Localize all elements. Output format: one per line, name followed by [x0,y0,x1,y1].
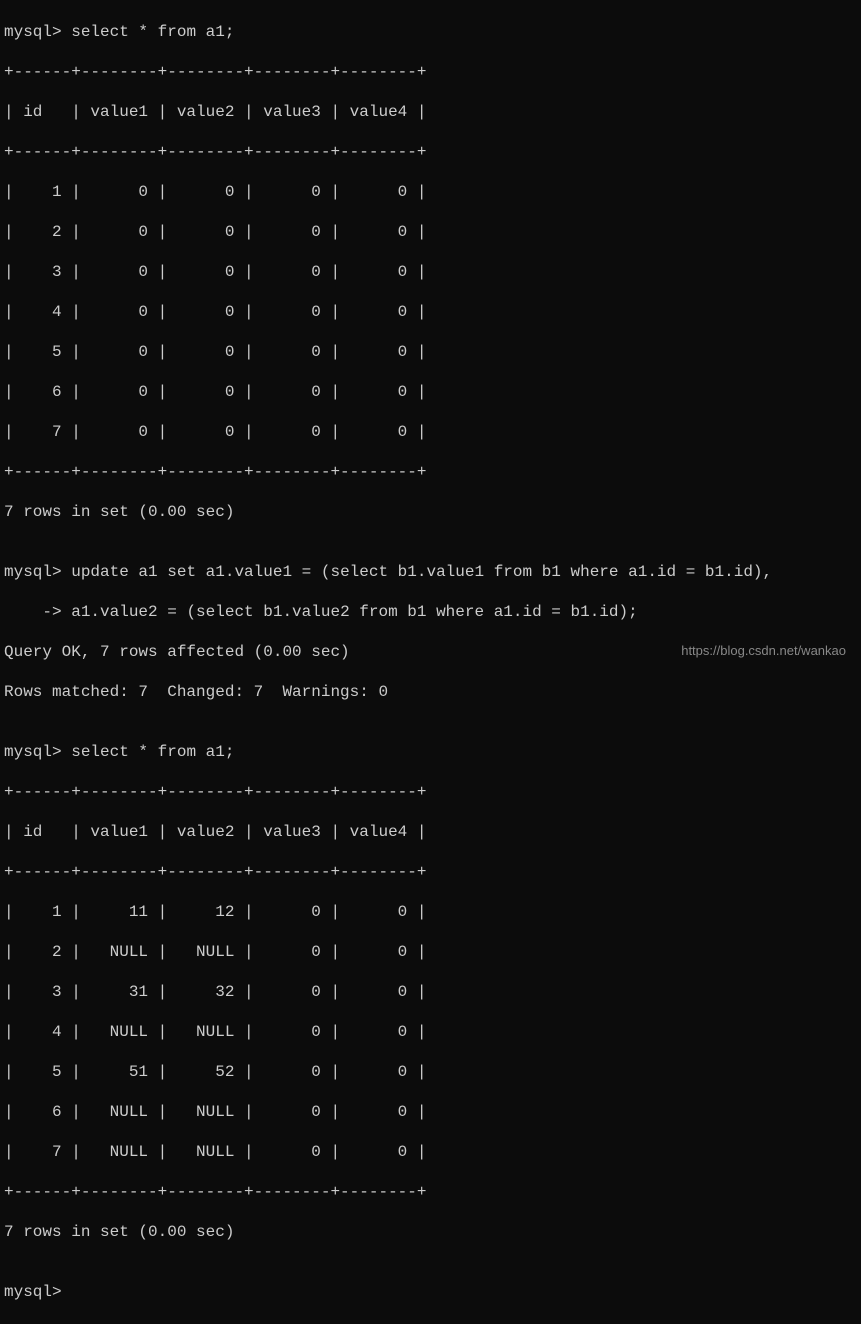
result-text: Rows matched: 7 Changed: 7 Warnings: 0 [4,682,857,702]
table-row: | 4 | NULL | NULL | 0 | 0 | [4,1022,857,1042]
table-row: | 5 | 0 | 0 | 0 | 0 | [4,342,857,362]
table-row: | 3 | 0 | 0 | 0 | 0 | [4,262,857,282]
table-row: | 2 | 0 | 0 | 0 | 0 | [4,222,857,242]
mysql-prompt: mysql> [4,1283,62,1301]
table-row: | 1 | 11 | 12 | 0 | 0 | [4,902,857,922]
mysql-prompt: mysql> [4,563,62,581]
continuation-prompt: -> [4,603,62,621]
table-row: | 4 | 0 | 0 | 0 | 0 | [4,302,857,322]
query-text: a1.value2 = (select b1.value2 from b1 wh… [71,603,638,621]
table-border: +------+--------+--------+--------+-----… [4,142,857,162]
table-row: | 6 | 0 | 0 | 0 | 0 | [4,382,857,402]
table-row: | 7 | NULL | NULL | 0 | 0 | [4,1142,857,1162]
terminal-output: mysql> select * from a1; +------+-------… [0,0,861,1324]
prompt-line[interactable]: mysql> select * from a1; [4,742,857,762]
table-border: +------+--------+--------+--------+-----… [4,462,857,482]
table-border: +------+--------+--------+--------+-----… [4,862,857,882]
mysql-prompt: mysql> [4,743,62,761]
table-header: | id | value1 | value2 | value3 | value4… [4,822,857,842]
table-row: | 6 | NULL | NULL | 0 | 0 | [4,1102,857,1122]
query-text: update a1 set a1.value1 = (select b1.val… [71,563,772,581]
table-row: | 7 | 0 | 0 | 0 | 0 | [4,422,857,442]
mysql-prompt: mysql> [4,23,62,41]
table-row: | 2 | NULL | NULL | 0 | 0 | [4,942,857,962]
continuation-line[interactable]: -> a1.value2 = (select b1.value2 from b1… [4,602,857,622]
table-border: +------+--------+--------+--------+-----… [4,1182,857,1202]
table-header: | id | value1 | value2 | value3 | value4… [4,102,857,122]
table-row: | 1 | 0 | 0 | 0 | 0 | [4,182,857,202]
watermark-text: https://blog.csdn.net/wankao [681,643,846,659]
query-text: select * from a1; [71,743,234,761]
result-text: 7 rows in set (0.00 sec) [4,1222,857,1242]
table-row: | 3 | 31 | 32 | 0 | 0 | [4,982,857,1002]
table-row: | 5 | 51 | 52 | 0 | 0 | [4,1062,857,1082]
prompt-line[interactable]: mysql> [4,1282,857,1302]
prompt-line[interactable]: mysql> select * from a1; [4,22,857,42]
table-border: +------+--------+--------+--------+-----… [4,782,857,802]
table-border: +------+--------+--------+--------+-----… [4,62,857,82]
prompt-line[interactable]: mysql> update a1 set a1.value1 = (select… [4,562,857,582]
result-text: 7 rows in set (0.00 sec) [4,502,857,522]
query-text: select * from a1; [71,23,234,41]
